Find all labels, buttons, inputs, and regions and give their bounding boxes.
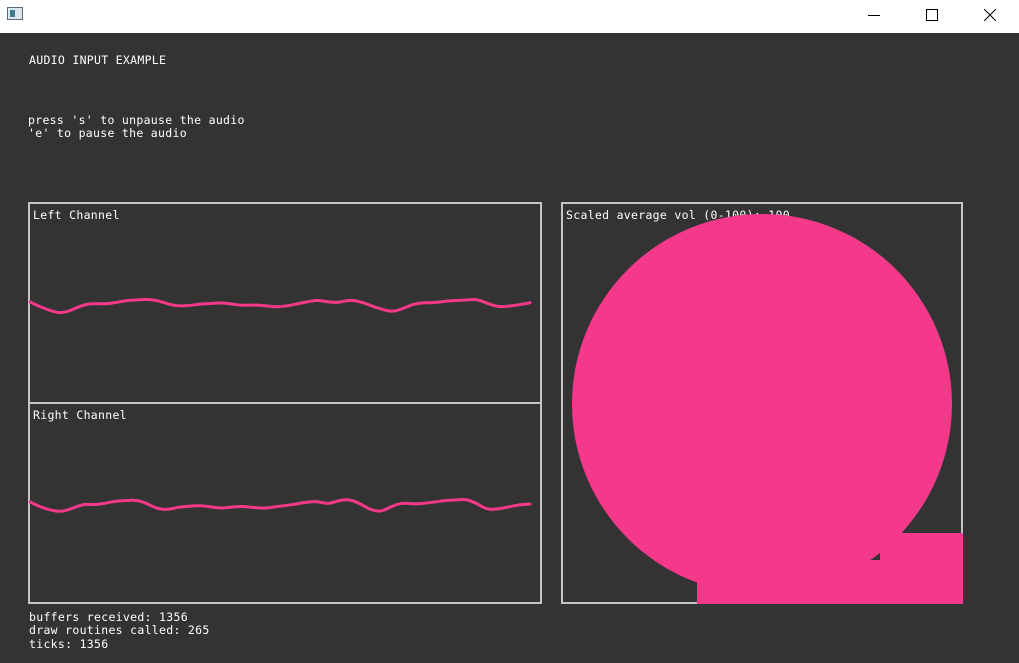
volume-visual <box>572 214 963 604</box>
ticks-text: ticks: 1356 <box>29 637 109 651</box>
draw-routines-text: draw routines called: 265 <box>29 623 210 637</box>
volume-block-right <box>880 533 963 604</box>
